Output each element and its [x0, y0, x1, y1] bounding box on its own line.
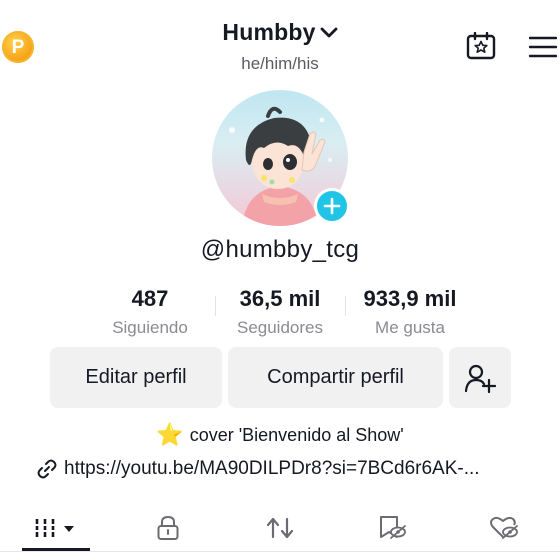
tab-private[interactable] [126, 508, 210, 548]
tabs-divider [0, 551, 560, 552]
liked-hidden-icon [490, 516, 518, 539]
tab-videos[interactable] [14, 508, 98, 548]
link-icon [37, 459, 57, 479]
stat-value: 487 [131, 286, 169, 311]
calendar-star-icon[interactable] [466, 32, 496, 60]
repost-icon [266, 517, 294, 539]
stat-followers[interactable]: 36,5 mil Seguidores [205, 286, 355, 338]
hamburger-menu-icon[interactable] [529, 35, 557, 59]
bio-text: cover 'Bienvenido al Show' [189, 424, 404, 445]
stat-likes[interactable]: 933,9 mil Me gusta [335, 286, 485, 338]
bio: ⭐ cover 'Bienvenido al Show' [0, 424, 560, 446]
stat-value: 933,9 mil [363, 286, 457, 311]
add-avatar-button[interactable] [314, 188, 350, 224]
bookmark-hidden-icon [380, 516, 406, 539]
profile-handle: @humbby_tcg [200, 236, 360, 263]
add-user-icon [464, 364, 496, 393]
edit-profile-button[interactable]: Editar perfil [50, 347, 222, 408]
lock-icon [157, 515, 179, 540]
tab-liked[interactable] [462, 508, 546, 548]
tab-reposts[interactable] [238, 508, 322, 548]
stat-label: Siguiendo [112, 318, 188, 337]
stat-following[interactable]: 487 Siguiendo [75, 286, 225, 338]
chevron-down-icon [320, 27, 337, 37]
share-profile-button[interactable]: Compartir perfil [228, 347, 443, 408]
stat-value: 36,5 mil [239, 286, 321, 311]
username-title: Humbby [222, 19, 316, 45]
plus-icon [323, 197, 341, 215]
star-emoji-icon: ⭐ [156, 422, 184, 447]
stat-label: Seguidores [236, 318, 323, 337]
tab-favorites[interactable] [350, 508, 434, 548]
stat-label: Me gusta [375, 318, 445, 337]
profile-link[interactable]: https://youtu.be/MA90DILPDr8?si=7BCd6r6A… [36, 458, 560, 480]
link-url: https://youtu.be/MA90DILPDr8?si=7BCd6r6A… [64, 458, 480, 479]
add-friends-button[interactable] [449, 347, 511, 408]
grid-icon [34, 519, 74, 537]
